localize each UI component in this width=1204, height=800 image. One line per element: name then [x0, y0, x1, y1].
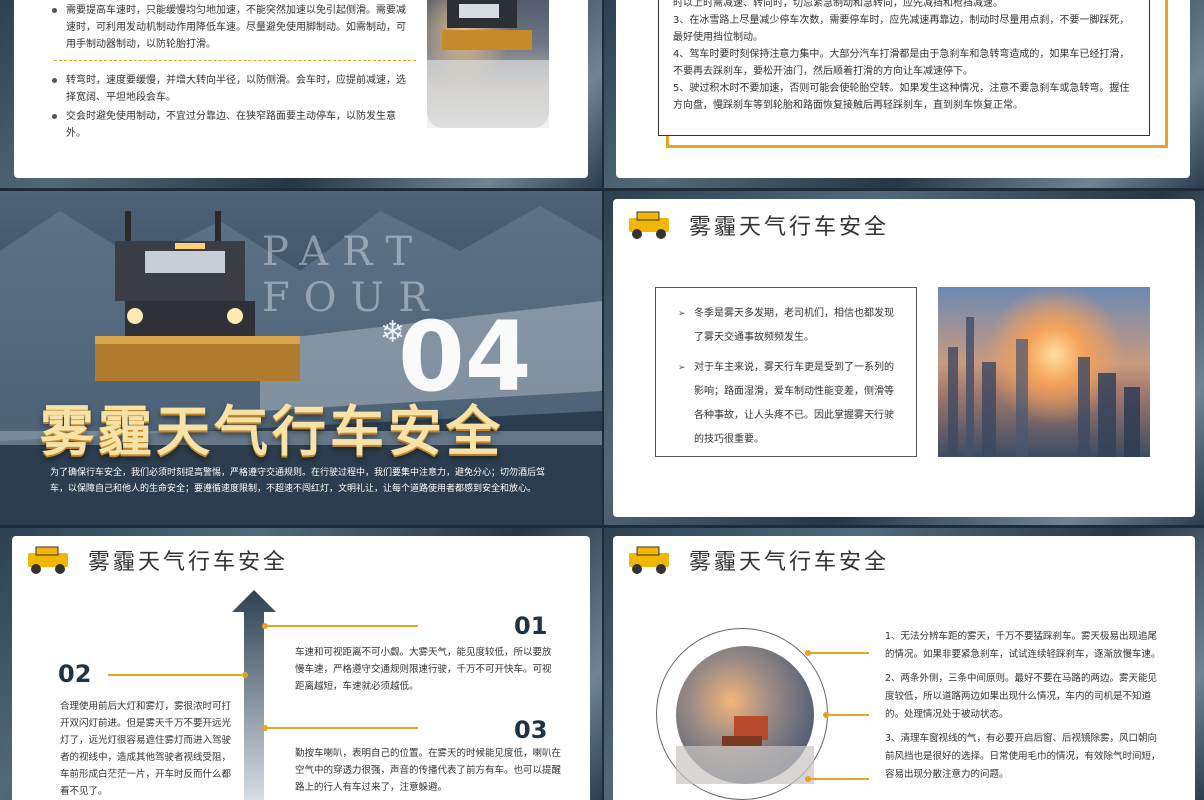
- slide-card: 雾霾天气行车安全 01 车速和可视距离不可小觑。大雾天气，能见度较低，所以要放慢…: [12, 536, 590, 800]
- item-number-01: 01: [514, 612, 548, 640]
- list-item: 3、在冰雪路上尽量减少停车次数，需要停车时，应先减速再靠边，制动时尽量用点刹，不…: [673, 15, 1130, 43]
- item-number-03: 03: [514, 716, 548, 744]
- text-box: 冬季是雾天多发期，老司机们，相信也都发现了雾天交通事故频频发生。 对于车主来说，…: [655, 287, 917, 457]
- list-item: 4、驾车时要时刻保持注意力集中。大部分汽车打滑都是由于急刹车和急转弯造成的，如果…: [673, 49, 1130, 77]
- top-bullet-list: 需要提高车速时，只能缓慢均匀地加速，不能突然加速以免引起侧滑。需要减速时，可利用…: [50, 2, 412, 53]
- list-item: 时以上时需减速、转向时，切忌紧急制动和急转向，应先减挡和枪挡减速。: [673, 0, 1003, 9]
- list-item: 2、两条外侧，三条中间原则。最好不要在马路的两边。雾天能见度较低，所以道路两边如…: [885, 673, 1158, 720]
- slide-header: 雾霾天气行车安全: [623, 540, 889, 580]
- bottom-bullet-list: 转弯时，速度要缓慢，并增大转向半径，以防侧滑。会车时，应提前减速，选择宽阔、平坦…: [50, 72, 412, 142]
- item-text-03: 勤按车喇叭，表明自己的位置。在雾天的时候能见度低，喇叭在空气中的穿透力很强，声音…: [295, 748, 562, 793]
- timeline-connector: [268, 625, 418, 627]
- foggy-snowplow-photo: [676, 646, 814, 784]
- up-arrow-graphic: [232, 590, 276, 800]
- foggy-city-photo: [938, 287, 1150, 457]
- timeline-connector: [268, 727, 418, 729]
- slide-ice-driving-rules[interactable]: 时以上时需减速、转向时，切忌紧急制动和急转向，应先减挡和枪挡减速。 3、在冰雪路…: [604, 0, 1204, 188]
- section-title: 雾霾天气行车安全: [40, 400, 504, 463]
- connector-line: [809, 652, 869, 654]
- list-item: 冬季是雾天多发期，老司机们，相信也都发现了雾天交通事故频频发生。: [678, 302, 900, 350]
- jeep-icon: [28, 546, 68, 574]
- connector-dot: [805, 776, 811, 782]
- item-text-01: 车速和可视距离不可小觑。大雾天气，能见度较低，所以要放慢车速，严格遵守交通规则限…: [295, 647, 552, 692]
- slide-snow-driving-tips[interactable]: 需要提高车速时，只能缓慢均匀地加速，不能突然加速以免引起侧滑。需要减速时，可利用…: [0, 0, 602, 188]
- item-number-02: 02: [58, 660, 92, 688]
- slide-card: 时以上时需减速、转向时，切忌紧急制动和急转向，应先减挡和枪挡减速。 3、在冰雪路…: [616, 0, 1190, 178]
- item-text-02: 合理使用前后大灯和雾灯，雾很浓时可打开双闪灯前进。但是雾天千万不要开远光灯了，远…: [60, 701, 232, 797]
- list-item: 转弯时，速度要缓慢，并增大转向半径，以防侧滑。会车时，应提前减速，选择宽阔、平坦…: [50, 72, 412, 106]
- slide-card: 雾霾天气行车安全 冬季是雾天多发期，老司机们，相信也都发现了雾天交通事故频频发生…: [613, 199, 1195, 517]
- city-skyline: [948, 317, 1140, 457]
- slide-title: 雾霾天气行车安全: [689, 215, 890, 240]
- numbered-list: 1、无法分辨车距的雾天，千万不要猛踩刹车。雾天极易出现追尾的情况。如果非要紧急刹…: [885, 628, 1161, 784]
- dashed-divider: [54, 60, 416, 61]
- timeline-connector: [108, 674, 242, 676]
- list-item: 交会时避免使用制动，不宜过分靠边、在狭窄路面要主动停车，以防发生意外。: [50, 108, 412, 142]
- list-item: 5、驶过积木时不要加速，否则可能会使轮胎空转。如果发生这种情况，注意不要急刹车或…: [673, 83, 1130, 111]
- slide-fog-driving-rules[interactable]: 雾霾天气行车安全 1、无法分辨车距的雾天，千万不要猛踩刹车。雾天极易出现追尾的情…: [604, 528, 1204, 800]
- connector-dot: [805, 650, 811, 656]
- section-description: 为了确保行车安全，我们必须时刻提高警惕，严格遵守交通规则。在行驶过程中，我们要集…: [50, 468, 546, 494]
- slide-card: 需要提高车速时，只能缓慢均匀地加速，不能突然加速以免引起侧滑。需要减速时，可利用…: [14, 0, 588, 178]
- connector-line: [827, 714, 869, 716]
- slide-fog-tips-timeline[interactable]: 雾霾天气行车安全 01 车速和可视距离不可小觑。大雾天气，能见度较低，所以要放慢…: [0, 528, 602, 800]
- timeline-dot: [242, 672, 248, 678]
- slide-fog-intro[interactable]: 雾霾天气行车安全 冬季是雾天多发期，老司机们，相信也都发现了雾天交通事故频频发生…: [604, 191, 1204, 525]
- numbered-list-box: 时以上时需减速、转向时，切忌紧急制动和急转向，应先减挡和枪挡减速。 3、在冰雪路…: [658, 0, 1150, 136]
- slide-header: 雾霾天气行车安全: [623, 205, 889, 245]
- snowplow-illustration: [676, 716, 814, 784]
- connector-line: [809, 778, 869, 780]
- snowplow-illustration: [427, 0, 549, 128]
- slide-header: 雾霾天气行车安全: [22, 540, 288, 580]
- connector-dot: [823, 712, 829, 718]
- list-item: 需要提高车速时，只能缓慢均匀地加速，不能突然加速以免引起侧滑。需要减速时，可利用…: [50, 2, 412, 53]
- slide-section-cover[interactable]: PART FOUR ❄ 04 雾霾天气行车安全 为了确保行车安全，我们必须时刻提…: [0, 191, 602, 525]
- list-item: 1、无法分辨车距的雾天，千万不要猛踩刹车。雾天极易出现追尾的情况。如果非要紧急刹…: [885, 631, 1161, 660]
- slide-card: 雾霾天气行车安全 1、无法分辨车距的雾天，千万不要猛踩刹车。雾天极易出现追尾的情…: [613, 536, 1195, 800]
- slide-title: 雾霾天气行车安全: [88, 550, 289, 575]
- snowplow-photo: [427, 0, 549, 128]
- jeep-icon: [629, 546, 669, 574]
- list-item: 3、清理车窗视线的气，有必要开启后窗、后视镜除雾，风口朝向前风挡也是很好的选择。…: [885, 733, 1161, 780]
- jeep-icon: [629, 211, 669, 239]
- list-item: 对于车主来说，雾天行车更是受到了一系列的影响；路面湿滑，爱车制动性能变差，侧滑等…: [678, 356, 900, 452]
- slide-title: 雾霾天气行车安全: [689, 550, 890, 575]
